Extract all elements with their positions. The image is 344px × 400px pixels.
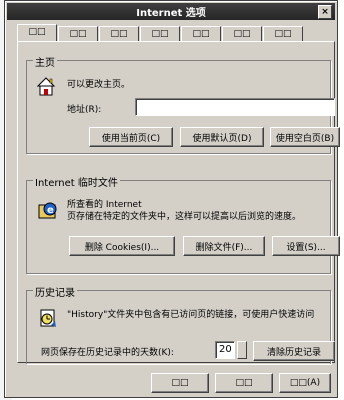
history-group: 历史记录 "History"文件夹中包含有已访问页的链接，可使用户快速访问 网页… bbox=[26, 284, 335, 364]
temp-files-group: Internet 临时文件 e 所查看的 Internet 页存储在特定的文件夹… bbox=[26, 174, 340, 274]
tab-3[interactable]: □□ bbox=[99, 26, 139, 41]
home-description: 可以更改主页。 bbox=[67, 80, 131, 90]
tab-5[interactable]: □□ bbox=[181, 26, 221, 41]
delete-files-button[interactable]: 删除文件(F)... bbox=[183, 236, 265, 256]
home-group-title: 主页 bbox=[33, 54, 57, 69]
tab-strip: □□ □□ □□ □□ □□ □□ □□ bbox=[17, 24, 304, 41]
cancel-button[interactable]: □□ bbox=[215, 373, 273, 393]
delete-cookies-button[interactable]: 删除 Cookies(I)... bbox=[69, 236, 175, 256]
history-icon bbox=[40, 309, 56, 327]
use-blank-button[interactable]: 使用空白页(B) bbox=[270, 127, 340, 147]
tab-6[interactable]: □□ bbox=[222, 26, 262, 41]
history-description: "History"文件夹中包含有已访问页的链接，可使用户快速访问 bbox=[67, 310, 315, 320]
svg-text:e: e bbox=[47, 205, 54, 216]
home-page-group: 主页 可以更改主页。 地址(R): 使用当前页(C) 使用默认页(D) 使用空白… bbox=[26, 54, 340, 154]
tab-panel-general: 主页 可以更改主页。 地址(R): 使用当前页(C) 使用默认页(D) 使用空白… bbox=[17, 41, 340, 364]
temp-files-group-title: Internet 临时文件 bbox=[33, 174, 120, 189]
temp-files-icon: e bbox=[38, 202, 57, 219]
history-days-spinner[interactable] bbox=[237, 341, 247, 359]
title-bar: Internet 选项 × bbox=[7, 3, 335, 20]
tab-general[interactable]: □□ bbox=[17, 24, 57, 41]
temp-files-desc-2: 页存储在特定的文件夹中，这样可以提高以后浏览的速度。 bbox=[67, 212, 302, 222]
history-days-label: 网页保存在历史记录中的天数(K): bbox=[41, 348, 174, 358]
history-group-title: 历史记录 bbox=[33, 284, 77, 299]
address-input[interactable] bbox=[135, 98, 335, 116]
tab-4[interactable]: □□ bbox=[140, 26, 180, 41]
house-icon bbox=[36, 77, 56, 96]
address-label: 地址(R): bbox=[67, 105, 102, 115]
history-days-input[interactable]: 20 bbox=[215, 341, 235, 359]
settings-button[interactable]: 设置(S)... bbox=[272, 236, 340, 256]
ok-button[interactable]: □□ bbox=[151, 373, 209, 393]
internet-options-dialog: Internet 选项 × □□ □□ □□ □□ □□ □□ □□ 主页 可以… bbox=[4, 0, 340, 398]
window-title: Internet 选项 bbox=[136, 8, 206, 19]
apply-button[interactable]: □□(A) bbox=[279, 373, 331, 393]
tab-7[interactable]: □□ bbox=[263, 26, 303, 41]
tab-2[interactable]: □□ bbox=[58, 26, 98, 41]
clear-history-button[interactable]: 清除历史记录 bbox=[253, 341, 335, 361]
use-default-button[interactable]: 使用默认页(D) bbox=[180, 127, 264, 147]
close-icon[interactable]: × bbox=[318, 5, 332, 19]
use-current-button[interactable]: 使用当前页(C) bbox=[89, 127, 173, 147]
